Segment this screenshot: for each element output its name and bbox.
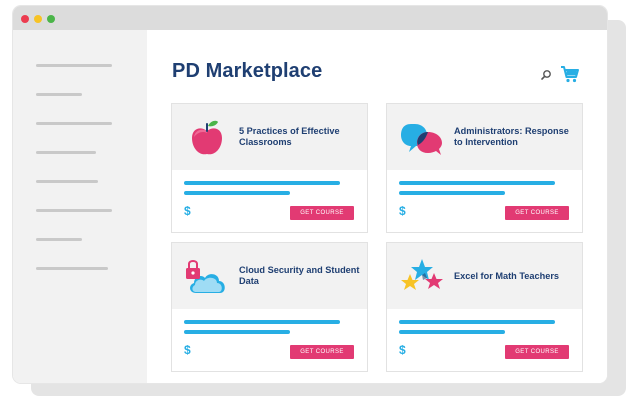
course-card[interactable]: 5 Practices of Effective Classrooms $ GE… [171, 103, 368, 233]
description-placeholder [184, 320, 340, 324]
sidebar-item[interactable] [36, 238, 82, 241]
sidebar-item[interactable] [36, 151, 96, 154]
close-window-button[interactable] [21, 15, 29, 23]
description-placeholder [184, 181, 340, 185]
sidebar-item[interactable] [36, 93, 82, 96]
page-title: PD Marketplace [172, 60, 323, 82]
description-placeholder [184, 330, 290, 334]
speech-bubbles-icon [401, 124, 442, 155]
sidebar-item[interactable] [36, 122, 112, 125]
description-placeholder [184, 191, 290, 195]
course-title[interactable]: Excel for Math Teachers [454, 243, 578, 309]
description-placeholder [399, 191, 505, 195]
browser-window: PD Marketplace 5 Practices of Effective … [13, 6, 607, 383]
course-title[interactable]: Administrators: Response to Intervention [454, 104, 578, 170]
course-card[interactable]: Excel for Math Teachers $ GET COURSE [386, 242, 583, 372]
description-placeholder [399, 320, 555, 324]
apple-icon [192, 120, 222, 155]
sidebar-item[interactable] [36, 267, 108, 270]
cart-icon[interactable] [560, 64, 580, 84]
cloud-lock-icon [186, 260, 225, 293]
course-title[interactable]: Cloud Security and Student Data [239, 243, 363, 309]
price-icon: $ [399, 204, 406, 218]
get-course-button[interactable]: GET COURSE [505, 345, 569, 359]
card-header: Administrators: Response to Intervention [387, 104, 582, 170]
get-course-button[interactable]: GET COURSE [290, 206, 354, 220]
sidebar-item[interactable] [36, 64, 112, 67]
get-course-button[interactable]: GET COURSE [505, 206, 569, 220]
description-placeholder [399, 330, 505, 334]
card-header: 5 Practices of Effective Classrooms [172, 104, 367, 170]
course-card[interactable]: Administrators: Response to Intervention… [386, 103, 583, 233]
minimize-window-button[interactable] [34, 15, 42, 23]
sidebar [13, 30, 147, 383]
get-course-button[interactable]: GET COURSE [290, 345, 354, 359]
maximize-window-button[interactable] [47, 15, 55, 23]
main-content: PD Marketplace 5 Practices of Effective … [147, 30, 607, 383]
price-icon: $ [184, 204, 191, 218]
title-bar [13, 6, 607, 30]
search-icon[interactable] [539, 68, 553, 82]
sidebar-item[interactable] [36, 209, 112, 212]
stars-icon [401, 259, 443, 290]
price-icon: $ [399, 343, 406, 357]
price-icon: $ [184, 343, 191, 357]
card-header: Cloud Security and Student Data [172, 243, 367, 309]
course-title[interactable]: 5 Practices of Effective Classrooms [239, 104, 363, 170]
sidebar-item[interactable] [36, 180, 98, 183]
card-header: Excel for Math Teachers [387, 243, 582, 309]
course-card[interactable]: Cloud Security and Student Data $ GET CO… [171, 242, 368, 372]
description-placeholder [399, 181, 555, 185]
